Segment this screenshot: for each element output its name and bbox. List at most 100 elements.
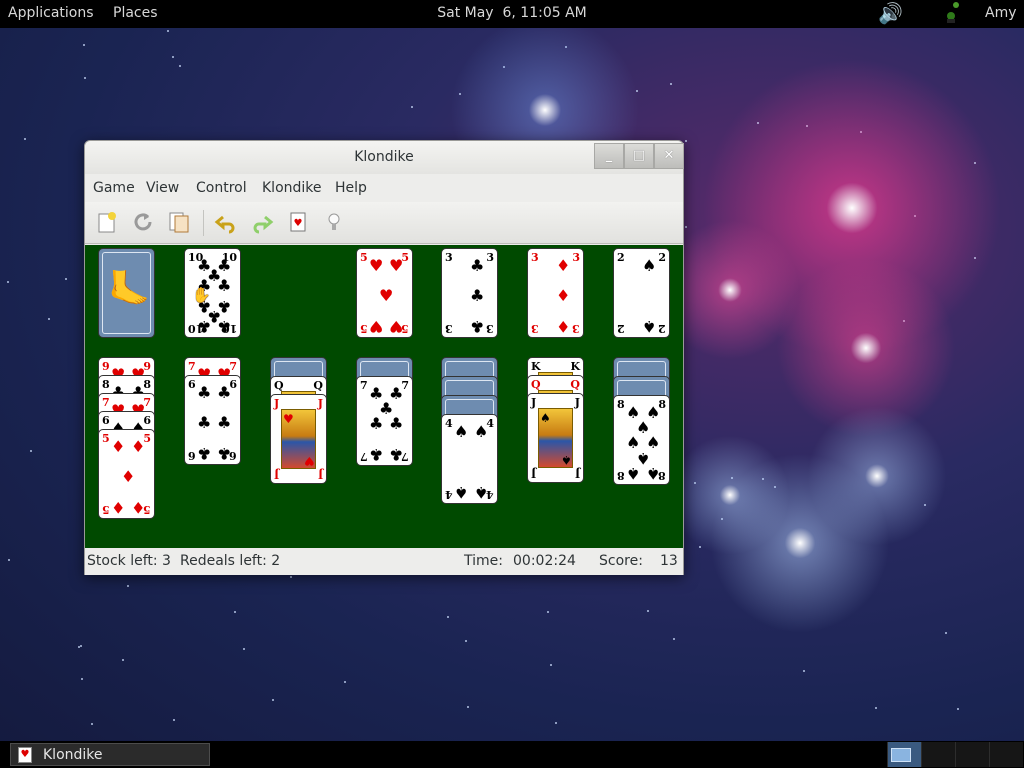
titlebar[interactable]: Klondike _ □ ✕ — [85, 141, 684, 174]
card-suit-pip: ♥ — [379, 286, 394, 305]
star — [7, 281, 9, 283]
star — [673, 638, 675, 640]
star — [447, 616, 449, 618]
card-suit-pip: ♥ — [283, 412, 294, 426]
undo-icon[interactable] — [213, 210, 239, 236]
menubar: Game View Control Klondike Help — [85, 174, 683, 202]
star — [550, 664, 552, 666]
tableau-card[interactable]: 4 4 4 4 ♠ ♠ ♠ ♠ — [441, 414, 498, 504]
klondike-window: Klondike _ □ ✕ Game View Control Klondik… — [84, 140, 684, 575]
foundation-card[interactable]: 5 5 5 5 ♥ ♥ ♥ ♥ ♥ — [356, 248, 413, 338]
star — [685, 140, 687, 142]
card-rank-label: Q — [570, 378, 580, 391]
clock[interactable]: Sat May 6, 11:05 AM — [0, 5, 1024, 21]
volume-icon[interactable]: 🔊 — [878, 1, 903, 25]
time-value: 00:02:24 — [513, 553, 576, 569]
toolbar-separator — [203, 210, 204, 236]
star — [30, 450, 32, 452]
star — [78, 646, 80, 648]
taskbar-label: Klondike — [43, 747, 103, 763]
tableau-card[interactable]: J J J J ♥ ♥ — [270, 394, 327, 484]
menu-game[interactable]: Game — [93, 180, 135, 196]
restart-icon[interactable] — [130, 210, 156, 236]
deal-icon[interactable]: ♥ — [285, 210, 311, 236]
card-suit-pip: ♦ — [131, 437, 146, 456]
card-rank-label: 6 — [188, 378, 196, 391]
card-suit-pip: ♦ — [111, 498, 126, 517]
card-rank-label: J — [531, 467, 537, 480]
maximize-button[interactable]: □ — [624, 143, 654, 169]
tableau-card[interactable]: J J J J ♠ ♠ — [527, 393, 584, 483]
card-rank-label: 3 — [445, 322, 453, 335]
star — [48, 318, 50, 320]
star — [243, 648, 245, 650]
score-value: 13 — [660, 553, 678, 569]
card-suit-pip: ♣ — [197, 317, 212, 336]
foundation-card[interactable]: 3 3 3 3 ♣ ♣ ♣ — [441, 248, 498, 338]
card-suit-pip: ♦ — [121, 467, 136, 486]
foundation-card[interactable]: 2 2 2 2 ♠ ♠ — [613, 248, 670, 338]
new-game-icon[interactable] — [94, 210, 120, 236]
game-board[interactable]: 🦶 10 10 10 10 ♣ ♣ ♣ ♣ ♣ ♣ ♣ ♣ ♣ ♣ ✋ 5 5 5 5 ♥ ♥ ♥ ♥ ♥ 3 3 3 3 ♣ ♣ ♣ 3 3 3 3… — [85, 245, 683, 548]
taskbar-klondike[interactable]: ♥ Klondike — [10, 743, 210, 766]
close-button[interactable]: ✕ — [654, 143, 684, 169]
clock-text[interactable]: Sat May 6, 11:05 AM — [437, 5, 587, 21]
card-rank-label: J — [317, 397, 323, 410]
card-suit-pip: ♠ — [454, 422, 469, 441]
card-suit-pip: ♠ — [642, 317, 657, 336]
tableau-card[interactable]: 8 8 8 8 ♠ ♠ ♠ ♠ ♠ ♠ ♠ ♠ — [613, 395, 670, 485]
card-rank-label: 3 — [572, 251, 580, 264]
star — [290, 576, 292, 578]
menu-klondike[interactable]: Klondike — [262, 180, 322, 196]
workspace-1-preview — [891, 748, 911, 762]
bottom-panel: ♥ Klondike — [0, 741, 1024, 768]
workspace-4[interactable] — [989, 742, 1023, 767]
card-suit-pip: ♦ — [556, 317, 571, 336]
workspace-3[interactable] — [955, 742, 989, 767]
redo-icon[interactable] — [249, 210, 275, 236]
card-suit-pip: ♣ — [197, 413, 212, 432]
menu-help[interactable]: Help — [335, 180, 367, 196]
card-rank-label: 3 — [445, 251, 453, 264]
card-suit-pip: ♦ — [131, 498, 146, 517]
card-rank-label: 3 — [486, 251, 494, 264]
card-rank-label: 5 — [102, 503, 110, 516]
select-game-icon[interactable] — [166, 210, 192, 236]
tableau-card[interactable]: 7 7 7 7 ♣ ♣ ♣ ♣ ♣ ♣ ♣ — [356, 376, 413, 466]
menu-control[interactable]: Control — [196, 180, 247, 196]
card-rank-label: 2 — [658, 322, 666, 335]
card-rank-label: Q — [274, 379, 284, 392]
network-icon[interactable] — [942, 1, 964, 25]
menu-view[interactable]: View — [146, 180, 179, 196]
user-menu[interactable]: Amy — [985, 5, 1017, 21]
workspace-2[interactable] — [921, 742, 955, 767]
stock-pile[interactable]: 🦶 — [98, 248, 155, 338]
tableau-card[interactable]: 6 6 6 6 ♣ ♣ ♣ ♣ ♣ ♣ — [184, 375, 241, 465]
card-suit-pip: ♠ — [540, 411, 551, 425]
card-suit-pip: ♣ — [369, 414, 384, 433]
star — [875, 707, 877, 709]
card-suit-pip: ♣ — [217, 317, 232, 336]
card-rank-label: Q — [313, 379, 323, 392]
star — [272, 699, 274, 701]
star — [80, 645, 82, 647]
card-rank-label: J — [531, 396, 537, 409]
card-suit-pip: ♥ — [369, 317, 384, 336]
card-rank-label: K — [570, 360, 580, 373]
foundation-card[interactable]: 3 3 3 3 ♦ ♦ ♦ — [527, 248, 584, 338]
card-suit-pip: ♣ — [217, 413, 232, 432]
star — [234, 611, 236, 613]
card-rank-label: K — [531, 360, 541, 373]
workspace-1[interactable] — [887, 742, 921, 767]
card-suit-pip: ♣ — [369, 445, 384, 464]
card-rank-label: J — [274, 397, 280, 410]
star — [8, 559, 10, 561]
card-rank-label: 8 — [102, 378, 110, 391]
card-rank-label: 9 — [102, 360, 110, 373]
hint-icon[interactable] — [321, 210, 347, 236]
tableau-card[interactable]: 5 5 5 5 ♦ ♦ ♦ ♦ ♦ — [98, 429, 155, 519]
minimize-button[interactable]: _ — [594, 143, 624, 169]
card-suit-pip: ♥ — [369, 256, 384, 275]
star — [127, 585, 129, 587]
star — [83, 44, 85, 46]
